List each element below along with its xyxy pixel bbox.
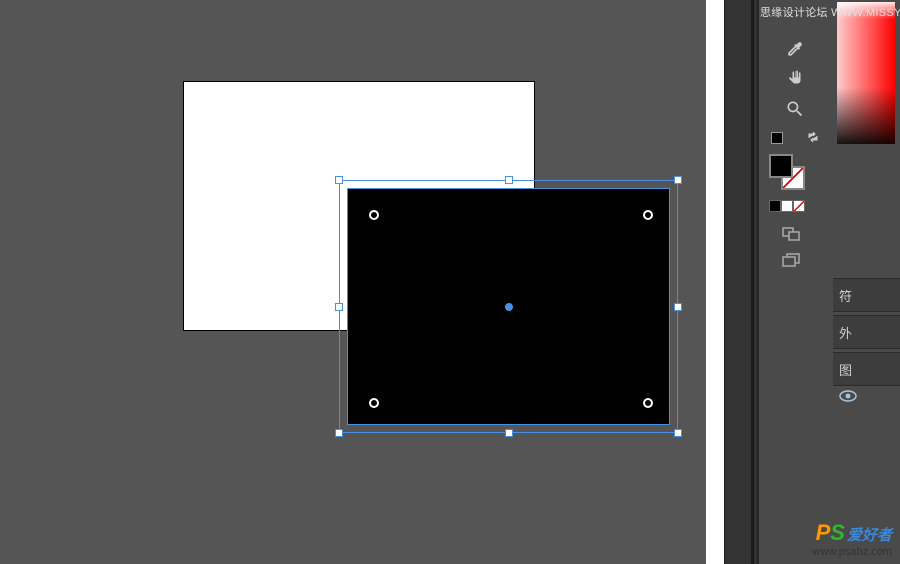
zoom-tool[interactable] — [781, 96, 809, 122]
eyedropper-icon — [785, 39, 805, 59]
watermark-url: www.psahz.com — [813, 546, 892, 558]
default-colors-icon[interactable] — [771, 132, 783, 144]
ps-logo: PS — [816, 520, 845, 546]
eyedropper-tool[interactable] — [781, 36, 809, 62]
foreground-background-colors — [769, 154, 809, 192]
foreground-color-swatch[interactable] — [769, 154, 793, 178]
stacked-squares-icon — [781, 252, 801, 268]
resize-handle-tr[interactable] — [674, 176, 682, 184]
canvas-area[interactable] — [0, 0, 706, 564]
resize-handle-bm[interactable] — [505, 429, 513, 437]
panel-divider[interactable] — [724, 0, 758, 564]
transform-center-point[interactable] — [505, 303, 513, 311]
overlap-squares-icon — [781, 226, 801, 242]
corner-radius-handle-bl[interactable] — [369, 398, 379, 408]
panel-label: 符 — [839, 286, 852, 305]
tool-panel — [758, 0, 833, 564]
resize-handle-mr[interactable] — [674, 303, 682, 311]
color-spectrum-picker[interactable] — [837, 2, 895, 144]
corner-radius-handle-br[interactable] — [643, 398, 653, 408]
selected-rectangle-shape[interactable] — [339, 180, 678, 433]
swatch-none[interactable] — [793, 200, 805, 212]
panel-icon-2[interactable] — [781, 252, 807, 274]
resize-handle-bl[interactable] — [335, 429, 343, 437]
corner-radius-handle-tr[interactable] — [643, 210, 653, 220]
resize-handle-ml[interactable] — [335, 303, 343, 311]
panel-section-layers[interactable]: 图 — [833, 352, 900, 386]
ps-tag: 爱好者 — [847, 527, 892, 544]
resize-handle-tm[interactable] — [505, 176, 513, 184]
panel-label: 图 — [839, 360, 852, 379]
panel-section-appearance[interactable]: 外 — [833, 315, 900, 349]
swap-colors-icon[interactable] — [807, 130, 821, 144]
panel-icon-1[interactable] — [781, 226, 807, 248]
visibility-eye-icon[interactable] — [839, 390, 857, 402]
hand-tool[interactable] — [781, 66, 809, 92]
resize-handle-br[interactable] — [674, 429, 682, 437]
panel-section-symbols[interactable]: 符 — [833, 278, 900, 312]
right-panel-strip: 符 外 图 — [833, 0, 900, 564]
watermark-bottom: PS爱好者 www.psahz.com — [813, 520, 892, 558]
swatch-black[interactable] — [769, 200, 781, 212]
watermark-top: 思缘设计论坛 WWW.MISSYUAN.COM — [760, 4, 900, 20]
vertical-scrollbar[interactable] — [706, 0, 724, 564]
swatch-white[interactable] — [781, 200, 793, 212]
watermark-top-cn: 思缘设计论坛 — [760, 7, 828, 19]
resize-handle-tl[interactable] — [335, 176, 343, 184]
panel-label: 外 — [839, 323, 852, 342]
watermark-top-url: WWW.MISSYUAN.COM — [831, 7, 900, 19]
magnifier-icon — [785, 99, 805, 119]
swap-colors-section — [771, 130, 823, 150]
corner-radius-handle-tl[interactable] — [369, 210, 379, 220]
mini-color-swatches — [769, 200, 817, 214]
hand-icon — [785, 69, 805, 89]
